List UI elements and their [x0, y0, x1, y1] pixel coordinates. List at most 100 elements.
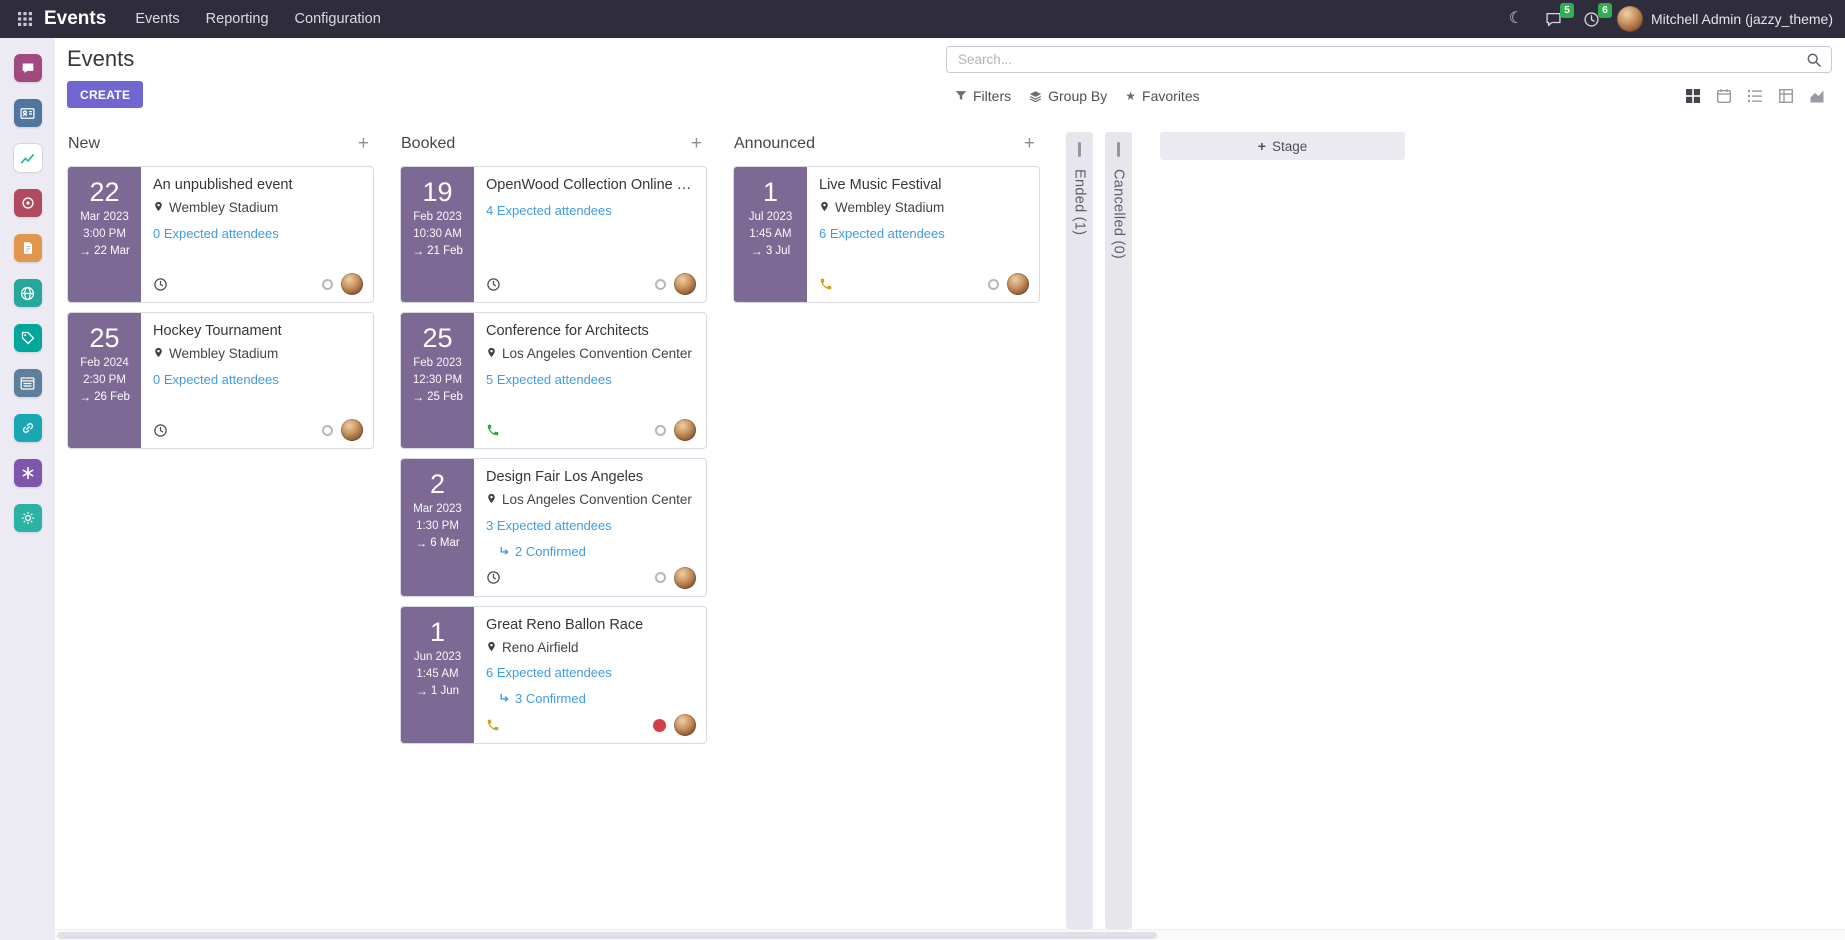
kanban-state-circle-icon[interactable] — [655, 572, 666, 583]
asterisk-icon — [20, 465, 36, 481]
user-name: Mitchell Admin (jazzy_theme) — [1651, 11, 1833, 27]
event-time: 10:30 AM — [413, 228, 462, 240]
event-date-badge: 25 Feb 2023 12:30 PM → 25 Feb — [401, 313, 474, 448]
event-date-badge: 1 Jun 2023 1:45 AM → 1 Jun — [401, 607, 474, 744]
sidebar-app-link-tracker[interactable] — [14, 414, 42, 442]
add-stage-button[interactable]: + Stage — [1160, 132, 1405, 160]
horizontal-scrollbar[interactable] — [55, 929, 1845, 940]
column-header: New + — [67, 132, 374, 153]
app-brand-title[interactable]: Events — [44, 8, 106, 30]
search-input[interactable] — [956, 51, 1806, 68]
view-calendar-button[interactable] — [1708, 83, 1739, 110]
activity-clock-icon[interactable] — [486, 570, 501, 585]
apps-menu-icon[interactable] — [12, 6, 38, 32]
avatar[interactable] — [341, 273, 363, 295]
event-card[interactable]: 2 Mar 2023 1:30 PM → 6 Mar Design Fair L… — [400, 458, 707, 597]
group-by-button[interactable]: Group By — [1020, 84, 1116, 108]
view-list-button[interactable] — [1739, 83, 1770, 110]
event-end-date: → 1 Jun — [416, 685, 459, 697]
event-location: Los Angeles Convention Center — [486, 491, 696, 509]
avatar[interactable] — [341, 419, 363, 441]
avatar[interactable] — [674, 273, 696, 295]
favorites-button[interactable]: ★ Favorites — [1116, 84, 1208, 108]
arrow-turn-right-icon — [499, 546, 510, 557]
phone-icon[interactable] — [486, 718, 500, 732]
folded-column-ended[interactable]: Ended (1) — [1066, 132, 1093, 929]
arrow-turn-right-icon — [499, 693, 510, 704]
expected-attendees-link[interactable]: 5 Expected attendees — [486, 372, 696, 387]
quick-create-plus-icon[interactable]: + — [1020, 134, 1039, 153]
sidebar-app-invoicing[interactable] — [14, 234, 42, 262]
event-month-year: Feb 2024 — [80, 357, 129, 369]
sidebar-app-pos[interactable] — [14, 369, 42, 397]
expected-attendees-link[interactable]: 6 Expected attendees — [486, 665, 696, 680]
avatar[interactable] — [1007, 273, 1029, 295]
activities-button[interactable]: 6 — [1579, 6, 1605, 32]
kanban-state-circle-icon[interactable] — [322, 279, 333, 290]
kanban-state-circle-icon[interactable] — [655, 279, 666, 290]
scrollbar-thumb[interactable] — [57, 932, 1157, 939]
messages-button[interactable]: 5 — [1541, 6, 1567, 32]
sidebar-app-dashboard[interactable] — [14, 144, 42, 172]
sidebar-app-website[interactable] — [14, 279, 42, 307]
activity-clock-icon[interactable] — [486, 277, 501, 292]
expected-attendees-link[interactable]: 0 Expected attendees — [153, 226, 363, 241]
activity-clock-icon[interactable] — [153, 423, 168, 438]
event-time: 1:30 PM — [416, 520, 459, 532]
phone-icon[interactable] — [486, 423, 500, 437]
expected-attendees-link[interactable]: 4 Expected attendees — [486, 203, 696, 218]
dark-mode-toggle[interactable]: ☾ — [1503, 6, 1529, 32]
sidebar-app-contacts[interactable] — [14, 99, 42, 127]
sidebar-app-settings[interactable] — [14, 504, 42, 532]
expected-attendees-link[interactable]: 0 Expected attendees — [153, 372, 363, 387]
kanban-state-circle-icon[interactable] — [322, 425, 333, 436]
view-pivot-button[interactable] — [1770, 83, 1801, 110]
expected-attendees-link[interactable]: 6 Expected attendees — [819, 226, 1029, 241]
event-card[interactable]: 1 Jul 2023 1:45 AM → 3 Jul Live Music Fe… — [733, 166, 1040, 303]
event-date-badge: 1 Jul 2023 1:45 AM → 3 Jul — [734, 167, 807, 302]
sidebar-app-chat[interactable] — [14, 54, 42, 82]
event-card[interactable]: 25 Feb 2023 12:30 PM → 25 Feb Conference… — [400, 312, 707, 449]
user-menu[interactable]: Mitchell Admin (jazzy_theme) — [1617, 6, 1833, 32]
avatar[interactable] — [674, 419, 696, 441]
confirmed-attendees-link[interactable]: 2 Confirmed — [499, 544, 696, 559]
kanban-state-blocked-icon[interactable] — [653, 719, 666, 732]
event-card[interactable]: 22 Mar 2023 3:00 PM → 22 Mar An unpublis… — [67, 166, 374, 303]
view-switcher — [1677, 83, 1832, 110]
kanban-state-circle-icon[interactable] — [655, 425, 666, 436]
search-options-row: Filters Group By ★ Favorites — [946, 82, 1832, 110]
event-month-year: Feb 2023 — [413, 357, 462, 369]
avatar[interactable] — [674, 714, 696, 736]
event-title: Live Music Festival — [819, 176, 1029, 194]
event-card[interactable]: 19 Feb 2023 10:30 AM → 21 Feb OpenWood C… — [400, 166, 707, 303]
card-body: Live Music Festival Wembley Stadium 6 Ex… — [807, 167, 1039, 302]
map-pin-icon — [486, 346, 497, 359]
event-card[interactable]: 1 Jun 2023 1:45 AM → 1 Jun Great Reno Ba… — [400, 606, 707, 745]
expected-attendees-link[interactable]: 3 Expected attendees — [486, 518, 696, 533]
menu-configuration[interactable]: Configuration — [282, 2, 394, 36]
activity-clock-icon[interactable] — [153, 277, 168, 292]
menu-reporting[interactable]: Reporting — [193, 2, 282, 36]
create-button[interactable]: CREATE — [67, 81, 143, 108]
navbar: Events Events Reporting Configuration ☾ … — [0, 0, 1845, 38]
event-end-date: → 21 Feb — [412, 245, 463, 257]
sidebar-app-events[interactable] — [14, 189, 42, 217]
view-graph-button[interactable] — [1801, 83, 1832, 110]
confirmed-attendees-link[interactable]: 3 Confirmed — [499, 691, 696, 706]
event-card[interactable]: 25 Feb 2024 2:30 PM → 26 Feb Hockey Tour… — [67, 312, 374, 449]
avatar[interactable] — [674, 567, 696, 589]
sidebar-app-studio[interactable] — [14, 459, 42, 487]
fold-handle-icon — [1078, 142, 1081, 157]
quick-create-plus-icon[interactable]: + — [687, 134, 706, 153]
menu-events[interactable]: Events — [122, 2, 192, 36]
folded-column-cancelled[interactable]: Cancelled (0) — [1105, 132, 1132, 929]
event-day: 19 — [422, 178, 452, 206]
quick-create-plus-icon[interactable]: + — [354, 134, 373, 153]
view-kanban-button[interactable] — [1677, 83, 1708, 110]
filters-button[interactable]: Filters — [946, 84, 1020, 108]
kanban-state-circle-icon[interactable] — [988, 279, 999, 290]
column-cards: 19 Feb 2023 10:30 AM → 21 Feb OpenWood C… — [400, 166, 707, 753]
search-icon[interactable] — [1806, 52, 1822, 68]
sidebar-app-sales[interactable] — [14, 324, 42, 352]
phone-icon[interactable] — [819, 277, 833, 291]
